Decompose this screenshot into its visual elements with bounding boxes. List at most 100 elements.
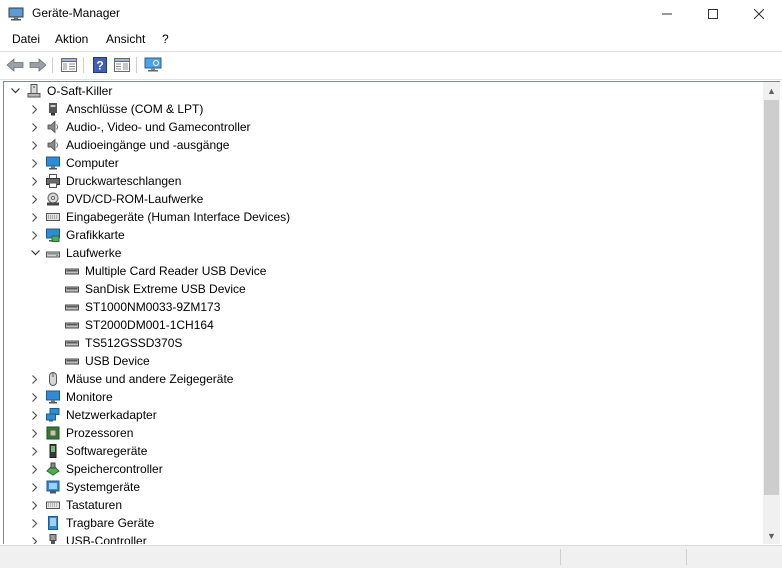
scan-hardware-button[interactable]: [143, 55, 163, 75]
usb-icon: [49, 534, 57, 544]
chevron-right-icon[interactable]: [28, 190, 42, 208]
toolbar-divider: [136, 57, 137, 73]
device-label: SanDisk Extreme USB Device: [85, 282, 246, 296]
chevron-right-icon[interactable]: [28, 154, 42, 172]
category-label: Mäuse und andere Zeigegeräte: [66, 372, 234, 386]
maximize-icon: [708, 9, 718, 19]
speaker-icon: [47, 138, 58, 152]
drive-icon: [65, 286, 79, 293]
chevron-right-icon[interactable]: [28, 478, 42, 496]
back-button[interactable]: [5, 55, 25, 75]
mouse-icon: [49, 372, 57, 386]
disc-drive-icon: [47, 192, 59, 206]
chevron-right-icon[interactable]: [28, 514, 42, 532]
chevron-right-icon[interactable]: [28, 388, 42, 406]
chevron-down-icon[interactable]: [8, 82, 22, 100]
drive-icon: [65, 322, 79, 329]
chevron-right-icon[interactable]: [28, 208, 42, 226]
category-label: Netzwerkadapter: [66, 408, 157, 422]
menu-help[interactable]: ?: [162, 32, 169, 46]
device-tree[interactable]: O-Saft-Killer Anschlüsse (COM & LPT) Aud…: [3, 81, 764, 544]
maximize-button[interactable]: [690, 0, 736, 28]
window-title: Geräte-Manager: [32, 6, 121, 20]
svg-text:?: ?: [96, 59, 103, 73]
keyboard-icon: [46, 501, 60, 509]
category-label: Tastaturen: [66, 498, 123, 512]
category-label: Anschlüsse (COM & LPT): [66, 102, 204, 116]
drive-icon: [65, 358, 79, 365]
properties-icon: [61, 58, 77, 72]
speaker-icon: [47, 120, 58, 134]
toolbar-divider: [83, 57, 84, 73]
status-divider: [560, 549, 561, 565]
chevron-right-icon[interactable]: [28, 136, 42, 154]
minimize-button[interactable]: [644, 0, 690, 28]
device-label: ST1000NM0033-9ZM173: [85, 300, 221, 314]
drive-icon: [65, 304, 79, 311]
status-bar: [0, 545, 782, 568]
chevron-right-icon[interactable]: [28, 424, 42, 442]
chevron-right-icon[interactable]: [28, 118, 42, 136]
window-view-icon: [114, 58, 130, 72]
category-label: Prozessoren: [66, 426, 134, 440]
chevron-right-icon[interactable]: [28, 442, 42, 460]
arrow-left-icon: [6, 58, 24, 72]
vertical-scrollbar[interactable]: ▲ ▼: [763, 81, 780, 544]
category-label: Tragbare Geräte: [66, 516, 155, 530]
category-label: Softwaregeräte: [66, 444, 148, 458]
help-button[interactable]: ?: [90, 55, 110, 75]
chevron-right-icon[interactable]: [28, 406, 42, 424]
category-label: Speichercontroller: [66, 462, 163, 476]
arrow-right-icon: [29, 58, 47, 72]
forward-button[interactable]: [28, 55, 48, 75]
software-device-icon: [49, 444, 57, 458]
scroll-up-arrow-icon[interactable]: ▲: [763, 82, 780, 99]
view-button[interactable]: [112, 55, 132, 75]
menu-ansicht[interactable]: Ansicht: [106, 32, 145, 46]
monitor-icon: [46, 390, 60, 404]
chevron-right-icon[interactable]: [28, 226, 42, 244]
category-label: Audioeingänge und -ausgänge: [66, 138, 230, 152]
close-button[interactable]: [736, 0, 782, 28]
chevron-right-icon[interactable]: [28, 370, 42, 388]
minimize-icon: [662, 13, 672, 15]
toolbar-separator: [0, 79, 782, 80]
chevron-down-icon[interactable]: [28, 244, 42, 262]
device-label: TS512GSSD370S: [85, 336, 183, 350]
scroll-down-arrow-icon[interactable]: ▼: [763, 527, 780, 544]
device-label: ST2000DM001-1CH164: [85, 318, 214, 332]
processor-icon: [46, 426, 60, 440]
port-icon: [49, 103, 57, 116]
drive-icon: [46, 251, 60, 258]
chevron-right-icon[interactable]: [28, 100, 42, 118]
menu-datei[interactable]: Datei: [12, 32, 40, 46]
close-icon: [754, 9, 764, 19]
scan-monitor-icon: [144, 57, 162, 72]
printer-icon: [46, 174, 60, 188]
menu-aktion[interactable]: Aktion: [55, 32, 88, 46]
category-label: Audio-, Video- und Gamecontroller: [66, 120, 251, 134]
display-adapter-icon: [46, 228, 60, 242]
chevron-right-icon[interactable]: [28, 460, 42, 478]
properties-button[interactable]: [59, 55, 79, 75]
scroll-thumb[interactable]: [764, 100, 779, 495]
system-device-icon: [46, 480, 60, 494]
category-label: Systemgeräte: [66, 480, 141, 494]
chevron-right-icon[interactable]: [28, 496, 42, 514]
category-label: Eingabegeräte (Human Interface Devices): [66, 210, 291, 224]
chevron-right-icon[interactable]: [28, 532, 42, 544]
toolbar: ?: [0, 52, 782, 78]
device-label: USB Device: [85, 354, 150, 368]
chevron-right-icon[interactable]: [28, 172, 42, 190]
category-label: Grafikkarte: [66, 228, 125, 242]
drive-icon: [65, 340, 79, 347]
help-icon: ?: [93, 57, 107, 73]
storage-controller-icon: [46, 462, 60, 476]
title-bar: Geräte-Manager: [0, 0, 782, 28]
tree-root-label: O-Saft-Killer: [47, 84, 113, 98]
toolbar-divider: [52, 57, 53, 73]
device-label: Multiple Card Reader USB Device: [85, 264, 267, 278]
computer-icon: [46, 156, 60, 170]
portable-device-icon: [48, 516, 58, 530]
network-icon: [46, 408, 60, 422]
